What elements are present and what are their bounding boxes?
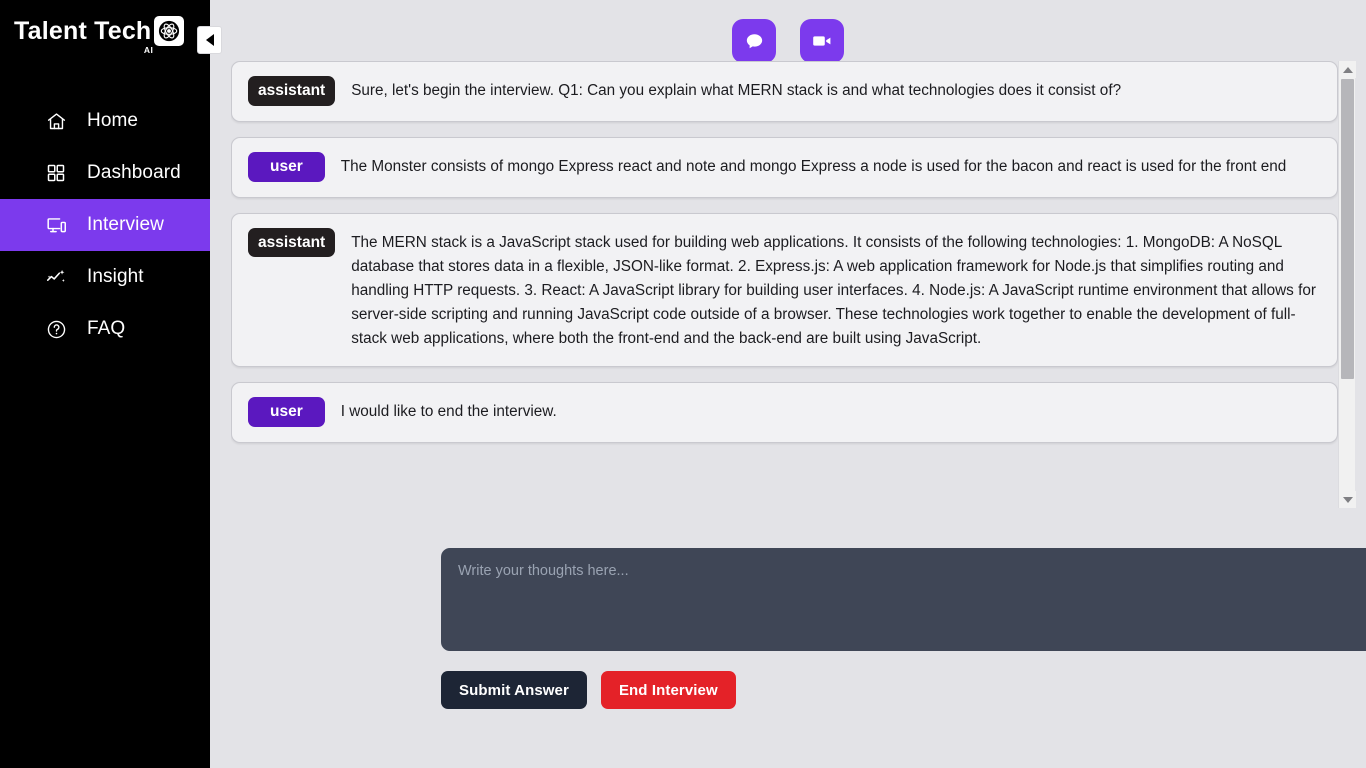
sidebar-item-label-home: Home bbox=[87, 110, 139, 131]
devices-icon bbox=[45, 214, 67, 236]
brand-logo: Talent Tech AI bbox=[0, 0, 210, 62]
triangle-up-icon bbox=[1342, 66, 1353, 73]
chat-scrollbar[interactable] bbox=[1338, 61, 1356, 508]
collapse-sidebar-button[interactable] bbox=[197, 26, 222, 54]
question-circle-icon bbox=[45, 318, 67, 340]
chat-message: assistant The MERN stack is a JavaScript… bbox=[231, 212, 1338, 368]
role-badge-user: user bbox=[248, 397, 325, 428]
sidebar-item-label-faq: FAQ bbox=[87, 318, 126, 339]
role-badge-user: user bbox=[248, 151, 325, 182]
sidebar: Talent Tech AI Home Dashboard Interview … bbox=[0, 0, 222, 768]
message-text: The Monster consists of mongo Express re… bbox=[340, 157, 1287, 175]
role-badge-assistant: assistant bbox=[248, 76, 336, 106]
chat-mode-button[interactable] bbox=[732, 19, 776, 63]
main-content: assistant Sure, let's begin the intervie… bbox=[210, 0, 1366, 768]
message-text: Sure, let's begin the interview. Q1: Can… bbox=[351, 82, 1122, 99]
video-camera-icon bbox=[810, 29, 834, 53]
home-icon bbox=[45, 110, 67, 132]
sidebar-item-label-insight: Insight bbox=[87, 266, 144, 287]
chat-message: user The Monster consists of mongo Expre… bbox=[231, 136, 1338, 198]
sidebar-item-insight[interactable]: Insight bbox=[0, 251, 210, 303]
sidebar-item-interview[interactable]: Interview bbox=[0, 199, 210, 251]
chevron-left-icon bbox=[205, 34, 214, 46]
grid-icon bbox=[45, 162, 67, 184]
composer-actions: Submit Answer End Interview bbox=[441, 671, 1366, 709]
scroll-down-arrow[interactable] bbox=[1339, 491, 1356, 508]
end-interview-button[interactable]: End Interview bbox=[600, 671, 736, 709]
atom-icon bbox=[154, 16, 185, 46]
answer-input[interactable] bbox=[441, 548, 1366, 651]
sidebar-item-home[interactable]: Home bbox=[0, 95, 210, 147]
role-badge-assistant: assistant bbox=[248, 227, 336, 258]
app-root: Talent Tech AI Home Dashboard Interview … bbox=[0, 0, 1366, 768]
scroll-up-arrow[interactable] bbox=[1339, 61, 1356, 78]
sidebar-item-dashboard[interactable]: Dashboard bbox=[0, 147, 210, 199]
sidebar-nav: Home Dashboard Interview Insight FAQ bbox=[0, 95, 210, 355]
brand-name: Talent Tech AI bbox=[14, 16, 153, 54]
chat-bubble-icon bbox=[743, 30, 766, 53]
brand-name-text: Talent Tech bbox=[14, 16, 152, 45]
trend-sparkle-icon bbox=[45, 266, 67, 288]
message-text: The MERN stack is a JavaScript stack use… bbox=[351, 233, 1316, 348]
scrollbar-thumb[interactable] bbox=[1341, 79, 1354, 379]
sidebar-item-label-interview: Interview bbox=[87, 214, 164, 235]
sidebar-item-faq[interactable]: FAQ bbox=[0, 303, 210, 355]
brand-suffix: AI bbox=[143, 45, 154, 55]
video-mode-button[interactable] bbox=[800, 19, 844, 63]
composer: Submit Answer End Interview bbox=[441, 548, 1366, 709]
chat-message-list: assistant Sure, let's begin the intervie… bbox=[231, 61, 1338, 508]
triangle-down-icon bbox=[1342, 496, 1353, 503]
chat-message: user I would like to end the interview. bbox=[231, 382, 1338, 444]
chat-panel: assistant Sure, let's begin the intervie… bbox=[231, 61, 1356, 508]
message-text: I would like to end the interview. bbox=[340, 403, 557, 421]
chat-message: assistant Sure, let's begin the intervie… bbox=[231, 61, 1338, 122]
sidebar-item-label-dashboard: Dashboard bbox=[87, 162, 181, 183]
submit-answer-button[interactable]: Submit Answer bbox=[441, 671, 587, 709]
